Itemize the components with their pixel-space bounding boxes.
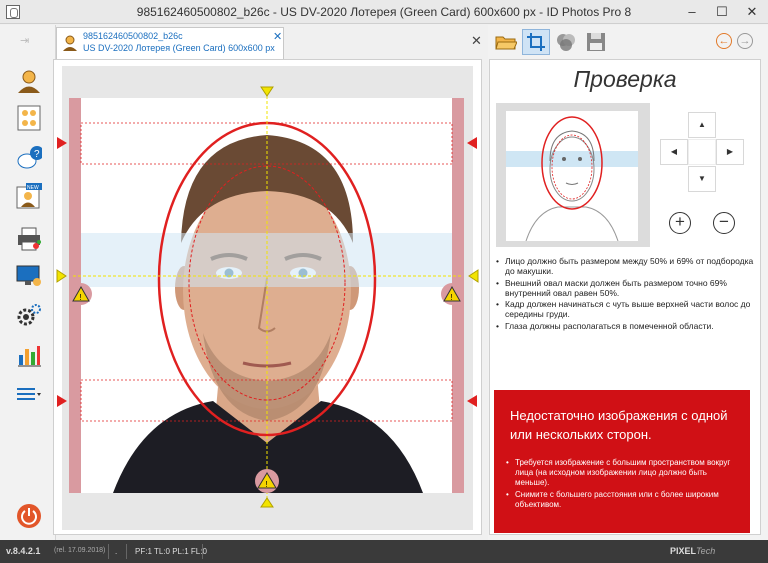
status-bar: v.8.4.2.1 (rel. 17.09.2018) . PF:1 TL:0 … [0,540,768,563]
tab-document[interactable]: 985162460500802_b26c US DV-2020 Лотерея … [56,27,284,59]
warning-heading: Недостаточно изображения с одной или нес… [510,408,728,442]
svg-text:NEW: NEW [27,185,39,191]
move-left-button[interactable]: ◀ [660,139,688,165]
list-item: Кадр должен начинаться с чуть выше верхн… [496,299,758,320]
document-tabs: 985162460500802_b26c US DV-2020 Лотерея … [56,25,488,59]
warning-list: Требуется изображение с большим простран… [506,458,742,512]
effects-icon[interactable] [552,29,580,55]
person-icon [62,34,78,52]
release-label: (rel. 17.09.2018) [54,547,106,554]
left-sidebar: ⇥ ? NEW [0,25,56,540]
zoom-in-button[interactable]: + [669,212,691,234]
power-icon[interactable] [16,503,42,529]
tab-filename: 985162460500802_b26c [83,31,183,41]
folder-open-icon[interactable] [492,29,520,55]
title-bar: 985162460500802_b26c - US DV-2020 Лотере… [0,0,768,24]
face-sketch [506,116,638,242]
bottom-handle-icon[interactable] [260,497,274,508]
back-button[interactable]: ← [716,33,732,49]
requirements-list: Лицо должно быть размером между 50% и 69… [496,256,758,332]
version-label: v.8.4.2.1 [6,546,41,556]
svg-text:!: ! [266,480,268,489]
left-handle-icon[interactable] [56,269,67,283]
guide-diagram [496,103,650,247]
photo-canvas[interactable]: ! ! ! [53,83,493,513]
tab-template: US DV-2020 Лотерея (Green Card) 600x600 … [83,43,275,53]
page-title: Проверка [573,66,677,92]
warning-box: Недостаточно изображения с одной или нес… [494,390,750,533]
stats-icon[interactable] [16,342,42,368]
list-item: Снимите с большего расстояния или с боле… [506,490,742,510]
right-warning-icon: ! [441,283,463,305]
list-item: Требуется изображение с большим простран… [506,458,742,488]
crop-icon[interactable] [522,29,550,55]
maximize-button[interactable]: ☐ [708,2,736,22]
list-item: Глаза должны располагаться в помеченной … [496,321,758,332]
status-dot: . [115,547,118,556]
minimize-button[interactable]: – [678,2,706,22]
printer-icon[interactable] [16,226,42,252]
help-chat-icon[interactable]: ? [16,145,42,171]
bottom-warning-icon: ! [255,469,279,493]
svg-text:!: ! [80,293,82,302]
bottom-left-marker-icon[interactable] [57,395,67,407]
person-icon[interactable] [16,68,42,94]
close-document-icon[interactable]: ✕ [471,33,482,49]
collapse-icon[interactable]: ⇥ [20,34,29,47]
save-icon[interactable] [582,29,610,55]
window-title: 985162460500802_b26c - US DV-2020 Лотере… [136,5,632,19]
brand-logo: PIXELTech [670,546,716,556]
close-window-button[interactable]: ✕ [738,2,766,22]
list-item: Внешний овал маски должен быть размером … [496,278,758,299]
move-up-button[interactable]: ▲ [688,112,716,138]
photo-sheet-icon[interactable] [16,105,42,131]
new-template-icon[interactable]: NEW [16,183,42,209]
svg-text:!: ! [451,293,453,302]
top-handle-icon[interactable] [260,86,274,97]
status-info: PF:1 TL:0 PL:1 FL:0 [135,547,207,556]
svg-text:?: ? [34,149,40,160]
forward-button[interactable]: → [737,33,753,49]
right-handle-icon[interactable] [468,269,479,283]
bottom-right-marker-icon[interactable] [467,395,477,407]
monitor-icon[interactable] [16,263,42,289]
list-item: Лицо должно быть размером между 50% и 69… [496,256,758,277]
top-right-marker-icon[interactable] [467,137,477,149]
move-right-button[interactable]: ▶ [716,139,744,165]
left-warning-icon: ! [70,283,92,305]
move-down-button[interactable]: ▼ [688,166,716,192]
tab-close-icon[interactable]: ✕ [273,30,282,43]
settings-icon[interactable] [16,302,42,328]
top-left-marker-icon[interactable] [57,137,67,149]
dpad-center [688,139,716,165]
zoom-out-button[interactable]: − [713,212,735,234]
menu-icon[interactable] [16,382,42,408]
position-dpad: ▲ ◀ ▶ ▼ [658,112,746,194]
